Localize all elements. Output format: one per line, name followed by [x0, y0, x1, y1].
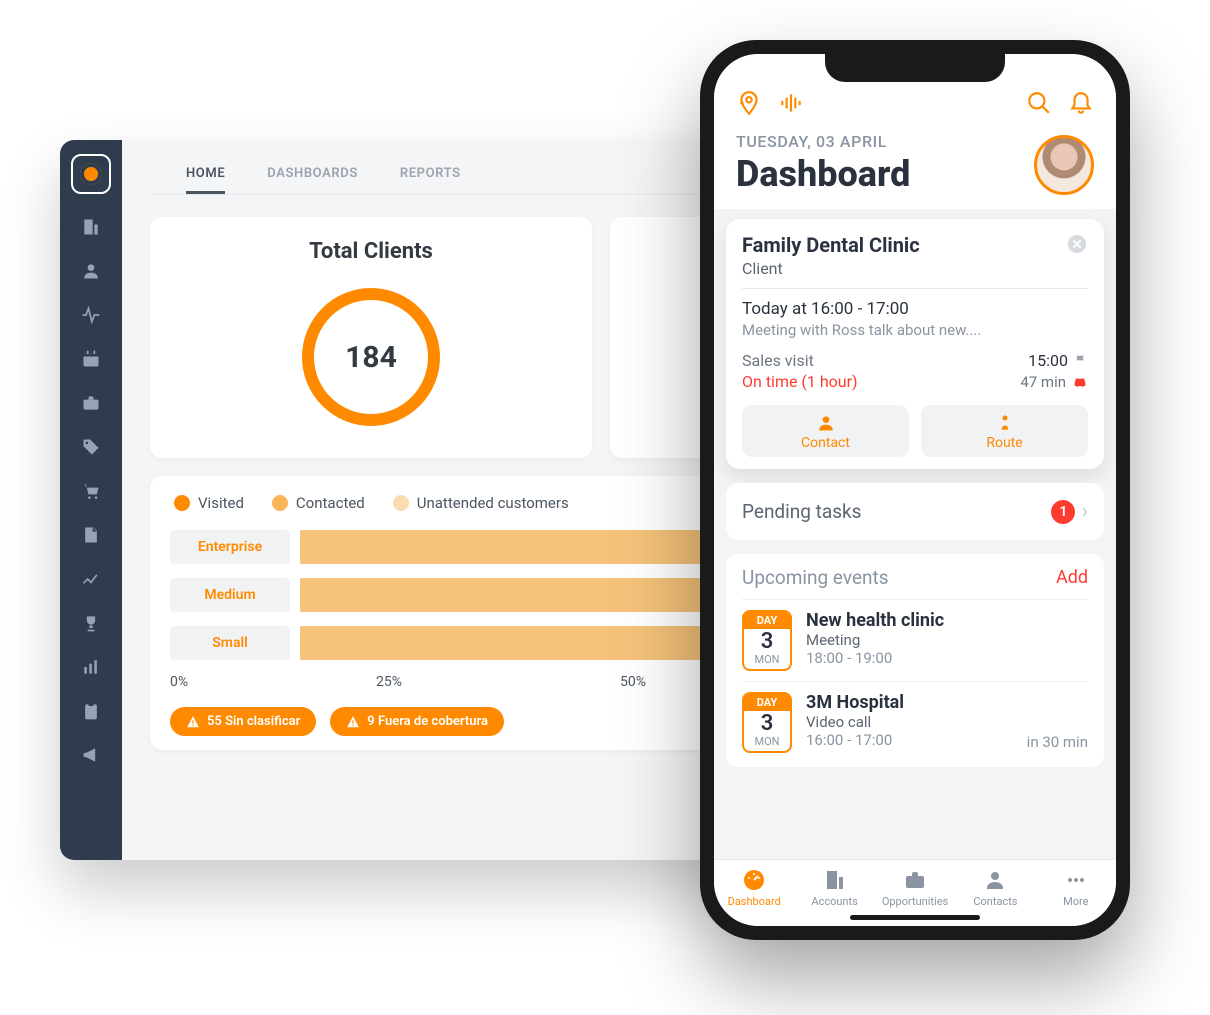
current-event-card[interactable]: Family Dental Clinic Client Today at 16:… — [726, 219, 1104, 469]
close-icon[interactable] — [1066, 233, 1088, 259]
pill-label: 9 Fuera de cobertura — [367, 714, 488, 729]
bar-label: Medium — [170, 578, 290, 612]
warning-pill-unclassified[interactable]: 55 Sin clasificar — [170, 707, 316, 736]
pending-tasks-row[interactable]: Pending tasks 1 › — [726, 483, 1104, 540]
bar-label: Small — [170, 626, 290, 660]
add-event-button[interactable]: Add — [1056, 567, 1088, 588]
event-name: Family Dental Clinic — [742, 233, 920, 257]
tab-opportunities[interactable]: Opportunities — [875, 868, 955, 908]
event-when: Today at 16:00 - 17:00 — [742, 299, 1088, 319]
activity-icon[interactable] — [76, 304, 106, 326]
tab-accounts[interactable]: Accounts — [794, 868, 874, 908]
bar-chart-icon[interactable] — [76, 656, 106, 678]
calendar-icon[interactable] — [76, 348, 106, 370]
legend-unattended: Unattended customers — [393, 494, 569, 512]
pending-label: Pending tasks — [742, 500, 861, 523]
tab-label: Accounts — [811, 895, 857, 908]
location-icon[interactable] — [736, 90, 762, 120]
user-icon — [983, 868, 1007, 892]
event-title: New health clinic — [806, 610, 1074, 631]
tag-icon[interactable] — [76, 436, 106, 458]
tab-dashboard[interactable]: Dashboard — [714, 868, 794, 908]
visit-eta: 47 min — [1020, 373, 1066, 391]
event-type: Client — [742, 259, 920, 278]
event-type: Meeting — [806, 631, 1074, 649]
upcoming-event-item[interactable]: DAY 3 MON New health clinic Meeting 18:0… — [742, 599, 1088, 681]
event-title: 3M Hospital — [806, 692, 1013, 713]
contact-button[interactable]: Contact — [742, 405, 909, 457]
desktop-sidebar — [60, 140, 122, 860]
tab-label: Contacts — [973, 895, 1017, 908]
event-desc: Meeting with Ross talk about new.... — [742, 321, 1088, 339]
flag-icon — [1074, 354, 1088, 368]
legend-contacted: Contacted — [272, 494, 365, 512]
header-title: Dashboard — [736, 153, 910, 195]
button-label: Route — [986, 435, 1022, 451]
visit-label: Sales visit — [742, 351, 814, 370]
tab-label: Dashboard — [728, 895, 781, 908]
briefcase-icon — [903, 868, 927, 892]
section-title: Upcoming events — [742, 566, 889, 589]
phone-notch — [825, 54, 1005, 82]
date-badge: DAY 3 MON — [742, 610, 792, 671]
pill-label: 55 Sin clasificar — [207, 714, 300, 729]
building-icon — [823, 868, 847, 892]
tab-dashboards[interactable]: DASHBOARDS — [267, 158, 358, 194]
warning-pill-out-of-coverage[interactable]: 9 Fuera de cobertura — [330, 707, 504, 736]
legend-visited: Visited — [174, 494, 244, 512]
car-icon — [1072, 374, 1088, 390]
tab-label: More — [1063, 895, 1088, 908]
gauge-icon — [742, 868, 766, 892]
event-time: 16:00 - 17:00 — [806, 731, 1013, 749]
megaphone-icon[interactable] — [76, 744, 106, 766]
phone-frame: TUESDAY, 03 APRIL Dashboard Family Denta… — [700, 40, 1130, 940]
axis-tick: 0% — [170, 674, 290, 690]
app-logo[interactable] — [71, 154, 111, 194]
phone-screen: TUESDAY, 03 APRIL Dashboard Family Denta… — [714, 54, 1116, 926]
axis-tick: 50% — [490, 674, 646, 690]
header-date: TUESDAY, 03 APRIL — [736, 132, 910, 151]
route-button[interactable]: Route — [921, 405, 1088, 457]
total-clients-ring: 184 — [296, 282, 446, 432]
search-icon[interactable] — [1026, 90, 1052, 120]
button-label: Contact — [801, 435, 850, 451]
date-badge: DAY 3 MON — [742, 692, 792, 753]
user-icon[interactable] — [76, 260, 106, 282]
card-title: Total Clients — [309, 239, 433, 264]
pending-count-badge: 1 — [1051, 500, 1075, 524]
chart-line-icon[interactable] — [76, 568, 106, 590]
upcoming-events-section: Upcoming events Add DAY 3 MON New health… — [726, 554, 1104, 767]
tab-more[interactable]: More — [1036, 868, 1116, 908]
event-type: Video call — [806, 713, 1013, 731]
upcoming-event-item[interactable]: DAY 3 MON 3M Hospital Video call 16:00 -… — [742, 681, 1088, 763]
tab-contacts[interactable]: Contacts — [955, 868, 1035, 908]
bar-label: Enterprise — [170, 530, 290, 564]
card-total-clients: Total Clients 184 — [150, 217, 592, 458]
bell-icon[interactable] — [1068, 90, 1094, 120]
avatar[interactable] — [1034, 135, 1094, 195]
home-indicator[interactable] — [850, 915, 980, 920]
trophy-icon[interactable] — [76, 612, 106, 634]
event-right: in 30 min — [1027, 733, 1088, 753]
tab-label: Opportunities — [882, 895, 948, 908]
visit-status: On time (1 hour) — [742, 372, 858, 391]
dots-icon — [1064, 868, 1088, 892]
note-icon[interactable] — [76, 524, 106, 546]
chevron-right-icon: › — [1081, 499, 1088, 524]
tab-home[interactable]: HOME — [186, 158, 225, 194]
axis-tick: 25% — [290, 674, 490, 690]
clipboard-icon[interactable] — [76, 700, 106, 722]
visit-time: 15:00 — [1028, 351, 1068, 370]
phone-header: TUESDAY, 03 APRIL Dashboard — [714, 126, 1116, 209]
event-time: 18:00 - 19:00 — [806, 649, 1074, 667]
cart-icon[interactable] — [76, 480, 106, 502]
briefcase-icon[interactable] — [76, 392, 106, 414]
voice-icon[interactable] — [778, 90, 804, 120]
building-icon[interactable] — [76, 216, 106, 238]
tab-reports[interactable]: REPORTS — [400, 158, 461, 194]
